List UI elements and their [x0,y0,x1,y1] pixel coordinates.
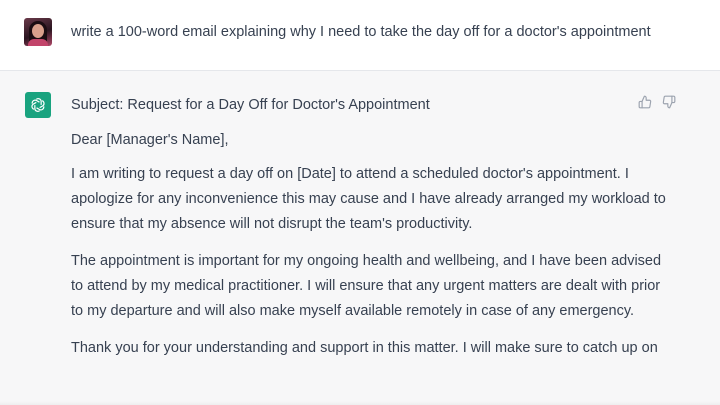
email-paragraph: Thank you for your understanding and sup… [71,340,658,356]
email-greeting: Dear [Manager's Name], [71,132,229,148]
user-message-text: write a 100-word email explaining why I … [71,24,651,40]
email-subject: Subject: Request for a Day Off for Docto… [71,97,430,113]
chat-thread: write a 100-word email explaining why I … [0,0,720,405]
email-paragraph: The appointment is important for my ongo… [71,253,662,319]
assistant-response: Subject: Request for a Day Off for Docto… [71,95,671,373]
openai-logo-icon [25,92,51,118]
assistant-message-row: Subject: Request for a Day Off for Docto… [0,71,720,405]
user-avatar [24,18,52,46]
user-message-row: write a 100-word email explaining why I … [0,0,720,71]
email-paragraph: I am writing to request a day off on [Da… [71,166,666,232]
scroll-fade [0,401,720,405]
